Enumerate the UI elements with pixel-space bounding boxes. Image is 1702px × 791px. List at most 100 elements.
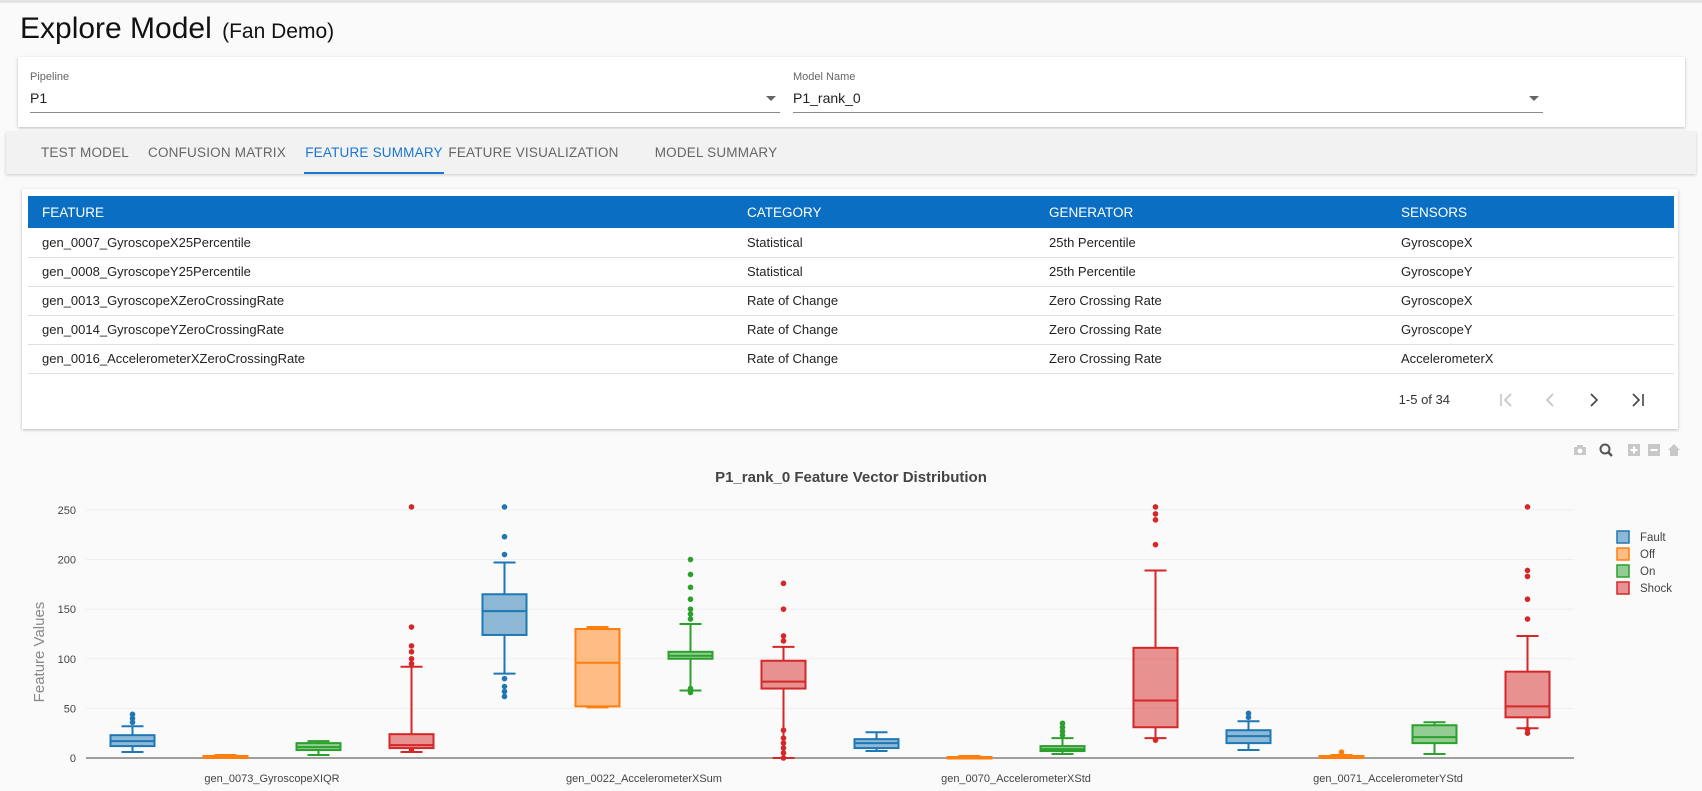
box-body	[1504, 670, 1551, 719]
box-fault	[1225, 710, 1272, 752]
table-row[interactable]: gen_0007_GyroscopeX25Percentile Statisti…	[28, 228, 1674, 258]
model-name-select[interactable]: Model Name P1_rank_0	[793, 71, 1543, 113]
box-shock	[760, 580, 807, 761]
outlier-point	[408, 504, 415, 510]
box-body	[1132, 646, 1179, 729]
home-icon[interactable]	[1666, 442, 1682, 458]
outlier-point	[687, 606, 694, 612]
outlier-point	[780, 750, 787, 756]
outlier-point	[408, 747, 415, 753]
outlier-point	[780, 745, 787, 751]
outlier-point	[780, 755, 787, 761]
outlier-point	[1524, 616, 1531, 622]
table-row[interactable]: gen_0008_GyroscopeY25Percentile Statisti…	[28, 257, 1674, 287]
previous-page-icon[interactable]	[1536, 386, 1564, 414]
x-tick-label: gen_0070_AccelerometerXStd	[941, 773, 1091, 785]
cell-generator: 25th Percentile	[1035, 228, 1387, 258]
outlier-point	[1524, 573, 1531, 580]
outlier-point	[687, 611, 694, 617]
box-body	[760, 659, 807, 690]
legend-swatch	[1616, 564, 1630, 578]
chevron-down-icon[interactable]	[766, 96, 776, 101]
outlier-point	[501, 551, 508, 558]
tab-feature-visualization[interactable]: FEATURE VISUALIZATION	[442, 132, 625, 174]
outlier-point	[780, 735, 787, 741]
legend-item-fault[interactable]: Fault	[1616, 530, 1666, 544]
cell-feature: gen_0013_GyroscopeXZeroCrossingRate	[28, 286, 733, 316]
x-tick-label: gen_0022_AccelerometerXSum	[566, 773, 722, 785]
outlier-point	[687, 556, 694, 563]
outlier-point	[687, 584, 694, 591]
box-shock	[1504, 504, 1551, 736]
outlier-point	[408, 624, 415, 630]
pipeline-select[interactable]: Pipeline P1	[30, 71, 780, 113]
outlier-point	[780, 727, 787, 734]
camera-icon[interactable]	[1572, 442, 1588, 458]
next-page-icon[interactable]	[1580, 386, 1608, 414]
first-page-icon[interactable]	[1492, 386, 1520, 414]
pipeline-label: Pipeline	[30, 71, 70, 83]
cell-sensors: GyroscopeY	[1387, 257, 1674, 287]
x-tick-label: gen_0071_AccelerometerYStd	[1313, 773, 1463, 785]
cell-sensors: AccelerometerX	[1387, 344, 1674, 374]
chart-legend[interactable]: Fault Off On Shock	[1616, 530, 1672, 595]
tab-model-summary[interactable]: MODEL SUMMARY	[640, 132, 792, 174]
outlier-point	[501, 693, 508, 700]
cell-sensors: GyroscopeX	[1387, 228, 1674, 258]
tab-test-model[interactable]: TEST MODEL	[24, 132, 146, 174]
outlier-point	[501, 504, 508, 510]
zoom-out-icon[interactable]	[1646, 442, 1662, 458]
page-title: Explore Model (Fan Demo)	[20, 12, 334, 46]
tab-feature-summary[interactable]: FEATURE SUMMARY	[304, 132, 444, 174]
outlier-point	[1152, 517, 1159, 523]
legend-item-off[interactable]: Off	[1616, 547, 1656, 561]
pagination: 1-5 of 34	[1278, 386, 1678, 414]
model-selector-card: Pipeline P1 Model Name P1_rank_0	[18, 57, 1685, 127]
outlier-point	[687, 616, 694, 622]
outlier-point	[501, 675, 508, 682]
table-row[interactable]: gen_0016_AccelerometerXZeroCrossingRate …	[28, 344, 1674, 374]
legend-swatch	[1616, 530, 1630, 544]
outlier-point	[780, 606, 787, 612]
column-header-sensors[interactable]: SENSORS	[1387, 196, 1674, 228]
outlier-point	[687, 571, 694, 578]
tab-confusion-matrix[interactable]: CONFUSION MATRIX	[146, 132, 288, 174]
cell-generator: Zero Crossing Rate	[1035, 315, 1387, 345]
cell-feature: gen_0008_GyroscopeY25Percentile	[28, 257, 733, 287]
chevron-down-icon[interactable]	[1529, 96, 1539, 101]
table-row[interactable]: gen_0013_GyroscopeXZeroCrossingRate Rate…	[28, 286, 1674, 316]
box-off	[202, 754, 249, 759]
outlier-point	[408, 649, 415, 655]
table-row[interactable]: gen_0014_GyroscopeYZeroCrossingRate Rate…	[28, 315, 1674, 345]
cell-category: Statistical	[733, 257, 1035, 287]
outlier-point	[1152, 504, 1159, 510]
outlier-point	[501, 688, 508, 695]
box-off	[1318, 749, 1365, 759]
x-tick-label: gen_0073_GyroscopeXIQR	[204, 773, 339, 785]
box-fault	[853, 731, 900, 753]
outlier-point	[1152, 541, 1159, 548]
y-tick-label: 250	[58, 505, 76, 517]
outlier-point	[1152, 511, 1159, 517]
chart-boxes	[109, 504, 1551, 761]
box-on	[1411, 721, 1458, 756]
outlier-point	[780, 740, 787, 746]
pagination-count: 1-5 of 34	[1398, 392, 1450, 407]
box-on	[295, 740, 342, 757]
outlier-point	[780, 580, 787, 587]
model-name-label: Model Name	[793, 71, 856, 83]
legend-label: Fault	[1640, 532, 1666, 544]
legend-item-on[interactable]: On	[1616, 564, 1655, 578]
outlier-point	[408, 655, 415, 662]
zoom-icon[interactable]	[1598, 442, 1614, 458]
cell-feature: gen_0016_AccelerometerXZeroCrossingRate	[28, 344, 733, 374]
y-tick-label: 50	[64, 703, 76, 715]
column-header-feature[interactable]: FEATURE	[28, 196, 733, 228]
box-on	[667, 556, 714, 696]
zoom-in-icon[interactable]	[1626, 442, 1642, 458]
column-header-category[interactable]: CATEGORY	[733, 196, 1035, 228]
box-on	[1039, 720, 1086, 756]
legend-item-shock[interactable]: Shock	[1616, 581, 1672, 595]
last-page-icon[interactable]	[1624, 386, 1652, 414]
column-header-generator[interactable]: GENERATOR	[1035, 196, 1387, 228]
